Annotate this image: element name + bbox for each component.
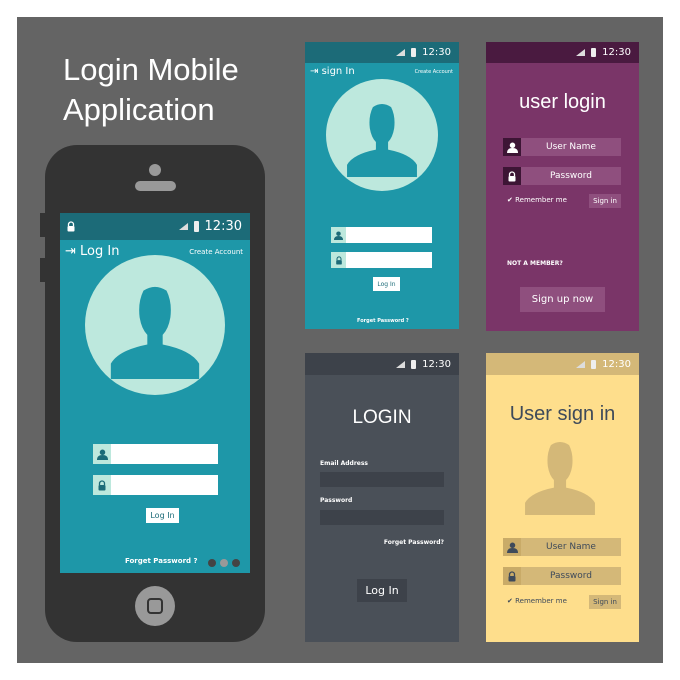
header[interactable]: ⇥ Log In [65,244,119,259]
lock-icon [507,171,517,182]
battery-icon [591,48,597,57]
page-dot [232,559,240,567]
battery-icon [193,221,199,232]
signal-icon [396,49,406,56]
username-placeholder: User Name [546,542,596,552]
header-title: Log In [80,244,120,259]
login-button[interactable]: Log In [373,277,400,291]
email-label: Email Address [320,460,369,467]
page-title: Login Mobile Application [63,50,239,130]
title-line-1: Login Mobile [63,52,239,87]
battery-icon [411,359,417,369]
login-button[interactable]: Log In [357,579,407,602]
speaker-grille [135,181,176,191]
clock: 12:30 [602,47,631,58]
person-icon [107,283,203,379]
signal-icon [396,360,406,368]
clock: 12:30 [204,219,242,234]
avatar [85,255,225,395]
user-icon [334,231,343,240]
clock: 12:30 [422,47,451,58]
header[interactable]: ⇥ sign In [310,66,355,77]
check-icon: ✔ [507,196,513,204]
lock-icon [335,256,343,265]
camera-icon [149,164,161,176]
clock: 12:30 [602,358,631,370]
password-placeholder: Password [549,171,593,181]
lock-icon [66,221,76,232]
password-input[interactable] [331,252,432,268]
status-bar: 12:30 [305,353,459,375]
user-icon [507,142,518,153]
forgot-password-link[interactable]: Forget Password? [384,539,444,546]
remember-me-checkbox[interactable]: ✔ Remember me [507,597,567,605]
forgot-password-link[interactable]: Forget Password ? [357,318,409,324]
remember-me-label: Remember me [515,196,567,204]
username-input[interactable] [93,444,218,464]
screen-title: user login [519,91,606,113]
avatar [326,79,438,191]
not-member-label: NOT A MEMBER? [507,260,563,267]
signal-icon [178,223,188,230]
create-account-link[interactable]: Create Account [415,69,453,75]
remember-me-label: Remember me [515,597,567,605]
dark-login-screen: 12:30 LOGIN Email Address Password Forge… [305,353,459,642]
sign-up-button[interactable]: Sign up now [520,287,605,312]
sign-in-button[interactable]: Sign in [589,194,621,208]
check-icon: ✔ [507,597,513,605]
status-bar: 12:30 [486,353,639,375]
lock-icon [97,480,107,491]
purple-login-screen: 12:30 user login User Name Password ✔ Re… [486,42,639,331]
login-button[interactable]: Log In [146,508,179,523]
password-input[interactable]: Password [503,167,621,185]
password-input[interactable] [93,475,218,495]
home-square-icon [147,598,163,614]
email-input[interactable] [320,472,444,487]
create-account-link[interactable]: Create Account [189,248,243,256]
password-label: Password [320,497,353,504]
battery-icon [591,359,597,369]
remember-me-checkbox[interactable]: ✔ Remember me [507,196,567,204]
home-button[interactable] [135,586,175,626]
signal-icon [576,360,586,368]
battery-icon [411,48,417,57]
sign-in-icon: ⇥ [310,66,319,77]
user-icon [97,449,108,460]
yellow-login-screen: 12:30 User sign in User Name Password ✔ … [486,353,639,642]
teal-login-screen: 12:30 ⇥ sign In Create Account Log In Fo… [305,42,459,329]
password-input[interactable] [320,510,444,525]
status-bar: 12:30 [486,42,639,63]
person-icon [344,101,420,177]
title-line-2: Application [63,92,215,127]
username-placeholder: User Name [546,142,596,152]
screen-title: LOGIN [352,407,412,428]
status-bar: 12:30 [305,42,459,63]
screen-title: User sign in [509,403,616,425]
clock: 12:30 [422,358,451,370]
password-placeholder: Password [549,571,593,581]
page-dot [208,559,216,567]
username-input[interactable]: User Name [503,138,621,156]
forgot-password-link[interactable]: Forget Password ? [125,557,198,565]
phone-screen: 12:30 ⇥ Log In Create Account Log In For… [60,213,250,573]
password-input[interactable]: Password [503,567,621,585]
person-icon [522,439,598,515]
signal-icon [576,49,586,56]
status-bar: 12:30 [60,213,250,240]
username-input[interactable]: User Name [503,538,621,556]
page-dot [220,559,228,567]
lock-icon [507,571,517,582]
username-input[interactable] [331,227,432,243]
header-title: sign In [321,66,355,77]
sign-in-icon: ⇥ [65,244,76,259]
user-icon [507,542,518,553]
sign-in-button[interactable]: Sign in [589,595,621,609]
